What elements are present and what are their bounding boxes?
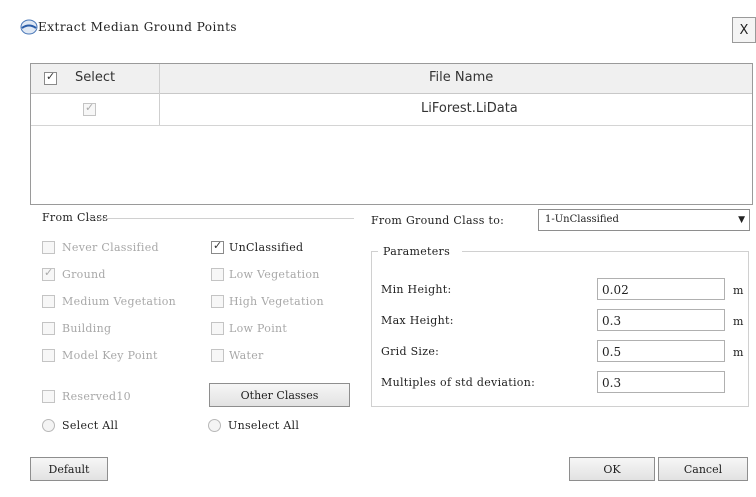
ok-button[interactable]: OK bbox=[569, 457, 655, 481]
std-deviation-label: Multiples of std deviation: bbox=[381, 376, 536, 389]
class-model-key-point-label: Model Key Point bbox=[62, 349, 158, 362]
class-never-classified-label: Never Classified bbox=[62, 241, 159, 254]
cancel-button[interactable]: Cancel bbox=[658, 457, 748, 481]
class-ground-checkbox[interactable]: ✓ bbox=[42, 266, 55, 281]
class-reserved10-label: Reserved10 bbox=[62, 390, 131, 403]
default-button[interactable]: Default bbox=[30, 457, 108, 481]
ground-class-label: From Ground Class to: bbox=[371, 214, 505, 227]
table-row[interactable]: ✓ LiForest.LiData bbox=[31, 94, 752, 126]
max-height-label: Max Height: bbox=[381, 314, 454, 327]
class-water-label: Water bbox=[229, 349, 264, 362]
class-building-checkbox[interactable] bbox=[42, 322, 55, 335]
group-border bbox=[88, 218, 354, 219]
group-border bbox=[462, 251, 748, 252]
class-medium-vegetation-checkbox[interactable] bbox=[42, 295, 55, 308]
file-table: ✓ Select File Name ✓ LiForest.LiData bbox=[30, 63, 753, 205]
class-reserved10-checkbox[interactable] bbox=[42, 390, 55, 403]
group-border bbox=[371, 251, 372, 407]
class-never-classified-checkbox[interactable] bbox=[42, 241, 55, 254]
class-medium-vegetation-label: Medium Vegetation bbox=[62, 295, 177, 308]
chevron-down-icon: ▼ bbox=[738, 215, 745, 225]
grid-size-value: 0.5 bbox=[602, 345, 622, 359]
checkmark-icon: ✓ bbox=[213, 239, 223, 252]
class-low-point-checkbox[interactable] bbox=[211, 322, 224, 335]
max-height-input[interactable]: 0.3 bbox=[597, 309, 725, 331]
max-height-unit: m bbox=[733, 315, 744, 328]
class-water-checkbox[interactable] bbox=[211, 349, 224, 362]
grid-size-label: Grid Size: bbox=[381, 345, 440, 358]
row-select-checkbox[interactable]: ✓ bbox=[83, 101, 96, 116]
class-low-point-label: Low Point bbox=[229, 322, 288, 335]
select-all-label: Select All bbox=[62, 419, 119, 432]
group-border bbox=[371, 406, 749, 407]
other-classes-button[interactable]: Other Classes bbox=[209, 383, 350, 407]
min-height-input[interactable]: 0.02 bbox=[597, 278, 725, 300]
std-deviation-input[interactable]: 0.3 bbox=[597, 371, 725, 393]
grid-size-input[interactable]: 0.5 bbox=[597, 340, 725, 362]
group-border bbox=[371, 251, 378, 252]
app-logo-icon bbox=[20, 19, 38, 35]
window-title: Extract Median Ground Points bbox=[38, 20, 238, 34]
select-all-radio[interactable] bbox=[42, 419, 55, 432]
parameters-group-title: Parameters bbox=[383, 245, 451, 258]
grid-size-unit: m bbox=[733, 346, 744, 359]
min-height-value: 0.02 bbox=[602, 283, 629, 297]
unselect-all-radio[interactable] bbox=[208, 419, 221, 432]
column-header-file-name: File Name bbox=[429, 70, 494, 85]
select-all-files-checkbox[interactable]: ✓ bbox=[44, 70, 57, 85]
min-height-unit: m bbox=[733, 284, 744, 297]
class-low-vegetation-checkbox[interactable] bbox=[211, 268, 224, 281]
unselect-all-label: Unselect All bbox=[228, 419, 300, 432]
class-unclassified-checkbox[interactable]: ✓ bbox=[211, 239, 224, 254]
std-deviation-value: 0.3 bbox=[602, 376, 622, 390]
group-border bbox=[748, 251, 749, 407]
min-height-label: Min Height: bbox=[381, 283, 452, 296]
class-unclassified-label: UnClassified bbox=[229, 241, 304, 254]
class-building-label: Building bbox=[62, 322, 112, 335]
table-header: ✓ Select File Name bbox=[31, 64, 752, 94]
extract-median-ground-points-dialog: Extract Median Ground Points X ✓ Select … bbox=[0, 0, 756, 497]
class-high-vegetation-label: High Vegetation bbox=[229, 295, 324, 308]
ground-class-selected: 1-UnClassified bbox=[545, 214, 619, 225]
close-icon: X bbox=[739, 22, 749, 38]
column-header-select: Select bbox=[75, 70, 116, 85]
checkmark-icon: ✓ bbox=[44, 266, 54, 279]
ground-class-dropdown[interactable]: 1-UnClassified ▼ bbox=[538, 209, 750, 231]
checkmark-icon: ✓ bbox=[85, 101, 95, 114]
close-button[interactable]: X bbox=[732, 17, 756, 43]
class-model-key-point-checkbox[interactable] bbox=[42, 349, 55, 362]
max-height-value: 0.3 bbox=[602, 314, 622, 328]
class-ground-label: Ground bbox=[62, 268, 106, 281]
checkmark-icon: ✓ bbox=[46, 70, 56, 83]
class-high-vegetation-checkbox[interactable] bbox=[211, 295, 224, 308]
file-name-cell: LiForest.LiData bbox=[421, 101, 518, 116]
class-low-vegetation-label: Low Vegetation bbox=[229, 268, 320, 281]
